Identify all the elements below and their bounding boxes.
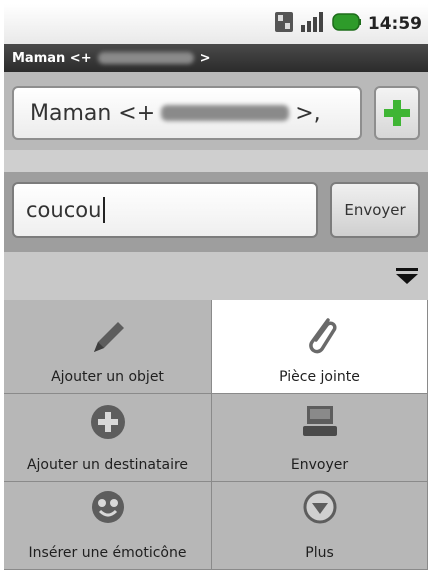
options-menu: Ajouter un objet Pièce jointe Ajouter un… <box>4 300 428 570</box>
clock: 14:59 <box>367 14 422 34</box>
menu-item-label: Ajouter un destinataire <box>26 457 189 473</box>
menu-item-insert-emoticon[interactable]: Insérer une émoticône <box>4 482 212 570</box>
menu-item-label: Ajouter un objet <box>51 369 164 385</box>
recipient-prefix: Maman <+ <box>30 100 156 126</box>
recipient-suffix: >, <box>295 100 321 126</box>
text-cursor <box>103 197 106 223</box>
menu-item-label: Plus <box>305 545 334 561</box>
smiley-icon <box>91 491 124 523</box>
title-suffix: > <box>199 50 211 66</box>
signal-icon <box>300 11 326 37</box>
title-prefix: Maman <+ <box>12 50 92 66</box>
redacted-number <box>161 105 290 121</box>
menu-item-more[interactable]: Plus <box>212 482 428 570</box>
phone-screen: 14:59 Maman <+ > Maman <+ >, coucou Envo… <box>4 4 428 570</box>
message-bar: coucou Envoyer <box>4 172 428 252</box>
menu-item-send[interactable]: Envoyer <box>212 394 428 482</box>
status-bar: 14:59 <box>4 4 428 44</box>
add-recipient-button[interactable] <box>374 86 420 140</box>
conversation-title: Maman <+ > <box>4 44 428 72</box>
battery-icon <box>332 13 362 35</box>
chevron-down-circle-icon <box>303 490 336 524</box>
plus-circle-icon <box>90 405 125 439</box>
menu-collapse-icon[interactable] <box>396 268 418 288</box>
send-tray-icon <box>302 406 337 436</box>
sync-icon <box>274 11 294 37</box>
menu-item-label: Pièce jointe <box>279 369 360 385</box>
recipient-field[interactable]: Maman <+ >, <box>12 86 362 140</box>
menu-item-label: Insérer une émoticône <box>28 545 187 561</box>
plus-icon <box>384 100 410 126</box>
redacted-number <box>97 52 194 64</box>
paperclip-icon <box>308 318 336 354</box>
menu-handle-strip <box>4 252 428 300</box>
menu-item-label: Envoyer <box>290 457 349 473</box>
message-input[interactable]: coucou <box>12 182 318 238</box>
menu-item-attachment[interactable]: Pièce jointe <box>212 300 428 394</box>
message-text: coucou <box>26 198 102 222</box>
menu-item-add-recipient[interactable]: Ajouter un destinataire <box>4 394 212 482</box>
spacer-strip <box>4 150 428 172</box>
menu-item-add-subject[interactable]: Ajouter un objet <box>4 300 212 394</box>
send-button[interactable]: Envoyer <box>330 182 420 238</box>
compose-area: Maman <+ >, coucou Envoyer <box>4 72 428 300</box>
pencil-icon <box>93 322 124 352</box>
